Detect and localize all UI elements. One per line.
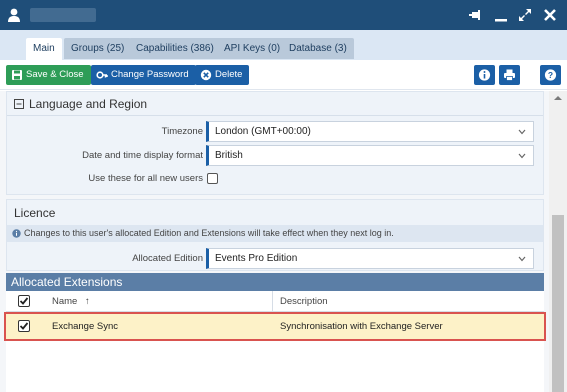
select-all-checkbox-icon[interactable] (18, 295, 30, 307)
minimize-icon[interactable] (493, 7, 509, 23)
collapse-icon[interactable] (14, 99, 24, 109)
chevron-down-icon (518, 153, 526, 159)
close-icon[interactable] (542, 7, 558, 23)
svg-text:?: ? (548, 70, 553, 80)
info-icon (478, 69, 491, 81)
scrollbar-thumb[interactable] (552, 215, 564, 392)
chevron-down-icon (518, 256, 526, 262)
toolbar: Save & Close Change Password Delete ? (0, 60, 567, 90)
delete-button[interactable]: Delete (195, 65, 250, 85)
key-icon (96, 71, 108, 79)
tab-strip: Main Groups (25) Capabilities (386) API … (0, 30, 567, 60)
save-close-label: Save & Close (26, 69, 84, 80)
delete-circle-icon (200, 69, 212, 81)
scroll-up-arrow-icon[interactable] (549, 91, 567, 105)
licence-section: Licence Changes to this user's allocated… (6, 199, 544, 271)
sort-ascending-icon: ↑ (84, 296, 90, 307)
language-region-title: Language and Region (29, 97, 148, 111)
allocated-extensions-title: Allocated Extensions (11, 275, 123, 289)
tab-api-keys[interactable]: API Keys (0) (217, 38, 288, 59)
info-button[interactable] (474, 65, 495, 85)
save-close-button[interactable]: Save & Close (6, 65, 91, 85)
info-circle-icon (12, 229, 21, 238)
column-header-description[interactable]: Description (280, 296, 328, 307)
tab-main[interactable]: Main (26, 38, 62, 60)
language-region-header: Language and Region (7, 92, 543, 116)
print-button[interactable] (499, 65, 520, 85)
extensions-grid-header: Name ↑ Description (6, 291, 544, 312)
tab-database[interactable]: Database (3) (282, 38, 354, 59)
allocated-edition-select[interactable]: Events Pro Edition (206, 248, 534, 269)
help-button[interactable]: ? (540, 65, 561, 85)
datetime-format-select[interactable]: British (206, 145, 534, 166)
maximize-icon[interactable] (517, 7, 533, 23)
help-icon: ? (544, 69, 557, 81)
all-new-users-label: Use these for all new users (88, 173, 203, 184)
column-header-name[interactable]: Name ↑ (52, 296, 90, 307)
tab-capabilities[interactable]: Capabilities (386) (129, 38, 221, 59)
column-name-label: Name (52, 296, 78, 307)
licence-info-text: Changes to this user's allocated Edition… (24, 228, 394, 238)
window-title-redacted (30, 8, 96, 22)
change-password-button[interactable]: Change Password (91, 65, 196, 85)
content-scroll-area: Language and Region Timezone London (GMT… (0, 91, 549, 392)
column-divider (272, 291, 273, 312)
datetime-format-label: Date and time display format (82, 150, 203, 161)
allocated-edition-value: Events Pro Edition (215, 253, 298, 264)
timezone-value: London (GMT+00:00) (215, 126, 311, 137)
extensions-grid-empty-area (6, 341, 544, 392)
tab-groups[interactable]: Groups (25) (64, 38, 132, 59)
highlight-outline (4, 312, 546, 341)
timezone-select[interactable]: London (GMT+00:00) (206, 121, 534, 142)
print-icon (504, 69, 515, 81)
language-region-section: Language and Region Timezone London (GMT… (6, 91, 544, 195)
save-icon (12, 70, 22, 80)
change-password-label: Change Password (111, 69, 189, 80)
allocated-edition-label: Allocated Edition (132, 253, 203, 264)
user-icon (8, 8, 20, 22)
licence-title: Licence (14, 206, 56, 220)
pin-icon[interactable] (468, 7, 484, 23)
chevron-down-icon (518, 129, 526, 135)
delete-label: Delete (215, 69, 243, 80)
all-new-users-checkbox[interactable] (207, 173, 218, 184)
timezone-label: Timezone (161, 126, 203, 137)
window-titlebar (0, 0, 567, 30)
vertical-scrollbar[interactable] (549, 91, 567, 392)
allocated-extensions-header: Allocated Extensions (6, 273, 544, 291)
licence-info-banner: Changes to this user's allocated Edition… (7, 225, 543, 242)
datetime-format-value: British (215, 150, 243, 161)
